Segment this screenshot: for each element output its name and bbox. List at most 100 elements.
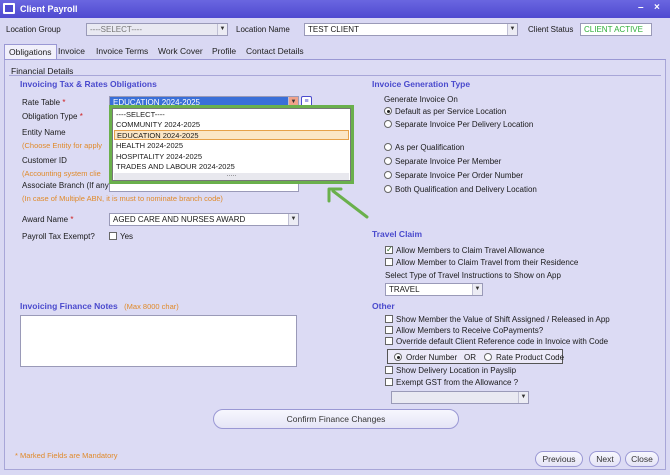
invoicing-notes-title-text: Invoicing Finance Notes	[20, 301, 118, 311]
entity-hint: (Choose Entity for apply	[22, 141, 103, 150]
tab-invoice-terms[interactable]: Invoice Terms	[92, 44, 152, 60]
reference-code-radio-group: Order Number OR Rate Product Code	[387, 349, 565, 364]
entity-name-label: Entity Name	[22, 128, 66, 137]
invoice-generation-title: Invoice Generation Type	[372, 79, 471, 89]
window-title-bar: Client Payroll – ×	[0, 0, 670, 18]
radio-order-number[interactable]	[394, 353, 402, 361]
radio-default-service-location[interactable]	[384, 107, 392, 115]
location-group-label: Location Group	[6, 25, 61, 34]
tab-invoice[interactable]: Invoice	[54, 44, 89, 60]
dropdown-resize-grip[interactable]: .....	[114, 171, 349, 180]
award-name-label: Award Name *	[22, 215, 73, 224]
radio-label: Both Qualification and Delivery Location	[395, 185, 537, 194]
chevron-down-icon: ▼	[288, 97, 298, 108]
radio-label: Separate Invoice Per Member	[395, 157, 502, 166]
gst-allowance-select[interactable]: ▼	[391, 391, 529, 404]
override-reference-checkbox[interactable]	[385, 337, 393, 345]
previous-button[interactable]: Previous	[535, 451, 583, 467]
location-name-select[interactable]: TEST CLIENT ▼	[304, 23, 518, 36]
checkbox-label: Exempt GST from the Allowance ?	[396, 378, 519, 387]
chevron-down-icon: ▼	[288, 214, 298, 225]
chevron-down-icon: ▼	[518, 392, 528, 403]
radio-label: As per Qualification	[395, 143, 465, 152]
radio-as-per-qualification[interactable]	[384, 143, 392, 151]
rate-table-label: Rate Table *	[22, 98, 65, 107]
app-logo-icon	[3, 3, 15, 14]
radio-label: Separate Invoice Per Delivery Location	[395, 120, 534, 129]
payroll-tax-yes-checkbox[interactable]	[109, 232, 117, 240]
checkbox-label: Show Member the Value of Shift Assigned …	[396, 315, 610, 324]
client-status-label: Client Status	[528, 25, 574, 34]
other-title: Other	[372, 301, 395, 311]
rate-table-dropdown-list: ----SELECT---- COMMUNITY 2024-2025 EDUCA…	[112, 108, 351, 181]
travel-type-select[interactable]: TRAVEL ▼	[385, 283, 483, 296]
radio-label: Default as per Service Location	[395, 107, 507, 116]
annotation-arrow-icon	[327, 187, 369, 219]
radio-separate-delivery-location[interactable]	[384, 120, 392, 128]
close-button[interactable]: Close	[625, 451, 659, 467]
travel-select-label: Select Type of Travel Instructions to Sh…	[385, 271, 561, 280]
financial-details-panel: Financial Details Invoicing Tax & Rates …	[4, 60, 666, 470]
top-filter-bar: Location Group ----SELECT---- ▼ Location…	[0, 18, 670, 42]
location-group-select[interactable]: ----SELECT---- ▼	[86, 23, 228, 36]
required-mark: *	[62, 98, 66, 107]
award-name-select[interactable]: AGED CARE AND NURSES AWARD ▼	[109, 213, 299, 226]
mandatory-note: * Marked Fields are Mandatory	[15, 451, 118, 460]
dropdown-option[interactable]: ----SELECT----	[114, 110, 349, 120]
close-window-icon[interactable]: ×	[654, 3, 664, 13]
checkbox-label: Allow Members to Claim Travel Allowance	[396, 246, 545, 255]
next-button[interactable]: Next	[589, 451, 621, 467]
delivery-location-payslip-checkbox[interactable]	[385, 366, 393, 374]
travel-claim-title: Travel Claim	[372, 229, 423, 239]
notes-max-hint: (Max 8000 char)	[124, 302, 179, 311]
dropdown-option-selected[interactable]: EDUCATION 2024-2025	[114, 130, 349, 140]
rate-product-label: Rate Product Code	[496, 353, 565, 362]
or-label: OR	[464, 353, 476, 362]
dropdown-option[interactable]: HEALTH 2024-2025	[114, 141, 349, 151]
generate-invoice-on-label: Generate Invoice On	[384, 95, 458, 104]
branch-hint: (In case of Multiple ABN, it is must to …	[22, 194, 223, 203]
travel-allowance-checkbox[interactable]	[385, 245, 393, 254]
required-mark: *	[79, 112, 83, 121]
checkbox-label: Show Delivery Location in Payslip	[396, 366, 517, 375]
radio-both-qualification-delivery[interactable]	[384, 185, 392, 193]
client-status-value: CLIENT ACTIVE	[584, 25, 643, 34]
invoicing-tax-title: Invoicing Tax & Rates Obligations	[20, 79, 157, 89]
dropdown-option[interactable]: COMMUNITY 2024-2025	[114, 120, 349, 130]
radio-separate-per-order[interactable]	[384, 171, 392, 179]
obligation-type-label-text: Obligation Type	[22, 112, 78, 121]
radio-separate-per-member[interactable]	[384, 157, 392, 165]
tab-contact-details[interactable]: Contact Details	[242, 44, 308, 60]
chevron-down-icon: ▼	[472, 284, 482, 295]
exempt-gst-checkbox[interactable]	[385, 378, 393, 386]
travel-residence-checkbox[interactable]	[385, 258, 393, 266]
checkbox-label: Override default Client Reference code i…	[396, 337, 609, 346]
show-shift-value-checkbox[interactable]	[385, 315, 393, 323]
radio-label: Separate Invoice Per Order Number	[395, 171, 524, 180]
payroll-tax-label: Payroll Tax Exempt?	[22, 232, 95, 241]
minimize-icon[interactable]: –	[638, 3, 648, 13]
associate-branch-label: Associate Branch (If any)	[22, 181, 112, 190]
order-number-label: Order Number	[406, 353, 458, 362]
chevron-down-icon: ▼	[507, 24, 517, 35]
radio-rate-product-code[interactable]	[484, 353, 492, 361]
tab-work-cover[interactable]: Work Cover	[154, 44, 207, 60]
invoicing-notes-title: Invoicing Finance Notes (Max 8000 char)	[20, 301, 179, 311]
tab-obligations[interactable]: Obligations	[4, 44, 57, 60]
list-details-icon[interactable]: ≡	[301, 96, 312, 107]
dropdown-option[interactable]: HOSPITALITY 2024-2025	[114, 152, 349, 162]
obligation-type-label: Obligation Type *	[22, 112, 83, 121]
confirm-finance-changes-button[interactable]: Confirm Finance Changes	[213, 409, 459, 429]
customer-hint: (Accounting system clie	[22, 169, 101, 178]
payroll-tax-yes-label: Yes	[120, 232, 134, 241]
checkbox-label: Allow Member to Claim Travel from their …	[396, 258, 579, 267]
award-name-value: AGED CARE AND NURSES AWARD	[113, 215, 246, 224]
location-group-value: ----SELECT----	[90, 25, 142, 34]
rate-table-label-text: Rate Table	[22, 98, 61, 107]
rate-table-value: EDUCATION 2024-2025	[113, 98, 200, 107]
copayments-checkbox[interactable]	[385, 326, 393, 334]
checkbox-label: Allow Members to Receive CoPayments?	[396, 326, 544, 335]
tab-profile[interactable]: Profile	[208, 44, 240, 60]
invoicing-notes-textarea[interactable]	[20, 315, 297, 367]
window-title: Client Payroll	[20, 4, 78, 14]
